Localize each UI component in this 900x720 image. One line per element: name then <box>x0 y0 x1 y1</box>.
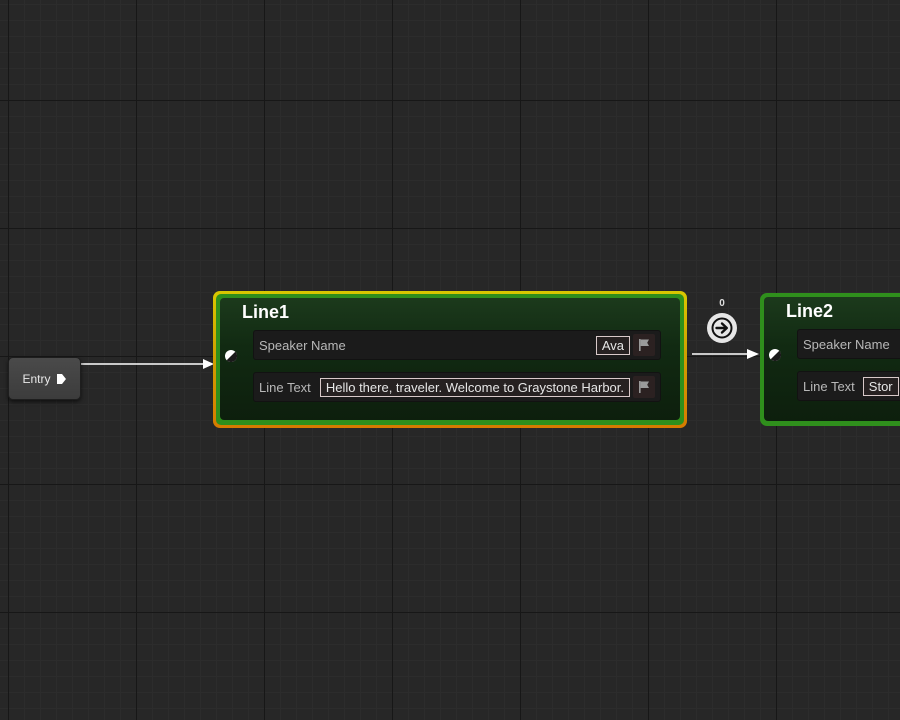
localization-flag-icon <box>639 339 649 351</box>
speaker-name-row: Speaker Name Ava <box>253 330 661 360</box>
localization-flag-button[interactable] <box>633 334 655 356</box>
entry-label: Entry <box>22 371 51 386</box>
line-text-field[interactable]: Hello there, traveler. Welcome to Grayst… <box>319 377 630 397</box>
node-title: Line2 <box>786 301 834 321</box>
speaker-name-label: Speaker Name <box>803 336 890 352</box>
input-pin-icon[interactable] <box>224 349 238 363</box>
localization-flag-icon <box>639 381 649 393</box>
transition-node[interactable]: 0 <box>706 298 738 343</box>
line-text-field[interactable]: Stor <box>862 376 899 396</box>
line-text-row: Line Text Hello there, traveler. Welcome… <box>253 372 661 402</box>
wire-arrowhead <box>747 349 759 359</box>
node-title: Line1 <box>242 302 290 322</box>
line-text-label: Line Text <box>259 379 311 395</box>
exec-pin-icon[interactable] <box>56 373 67 385</box>
speaker-name-label: Speaker Name <box>259 337 346 353</box>
node-border: Line1 Speaker Name Ava Line Text Hello t… <box>216 294 684 425</box>
line-text-row: Line Text Stor <box>797 371 900 401</box>
entry-node[interactable]: Entry <box>8 357 81 400</box>
line-text-label: Line Text <box>803 378 855 394</box>
arrow-right-icon <box>711 317 733 339</box>
node-body: Line2 Speaker Name Line Text Stor <box>764 297 900 421</box>
input-pin-icon[interactable] <box>768 348 782 362</box>
node-body: Line1 Speaker Name Ava Line Text Hello t… <box>220 298 680 420</box>
dialogue-node-line1[interactable]: Line1 Speaker Name Ava Line Text Hello t… <box>213 291 687 428</box>
transition-count: 0 <box>719 298 725 309</box>
dialogue-node-line2[interactable]: Line2 Speaker Name Line Text Stor <box>760 293 900 426</box>
speaker-name-row: Speaker Name <box>797 329 900 359</box>
localization-flag-button[interactable] <box>633 376 655 398</box>
graph-canvas[interactable]: Entry Line1 Speaker Name Ava Line Text H… <box>0 0 900 720</box>
transition-button[interactable] <box>707 313 737 343</box>
speaker-name-field[interactable]: Ava <box>595 335 630 355</box>
